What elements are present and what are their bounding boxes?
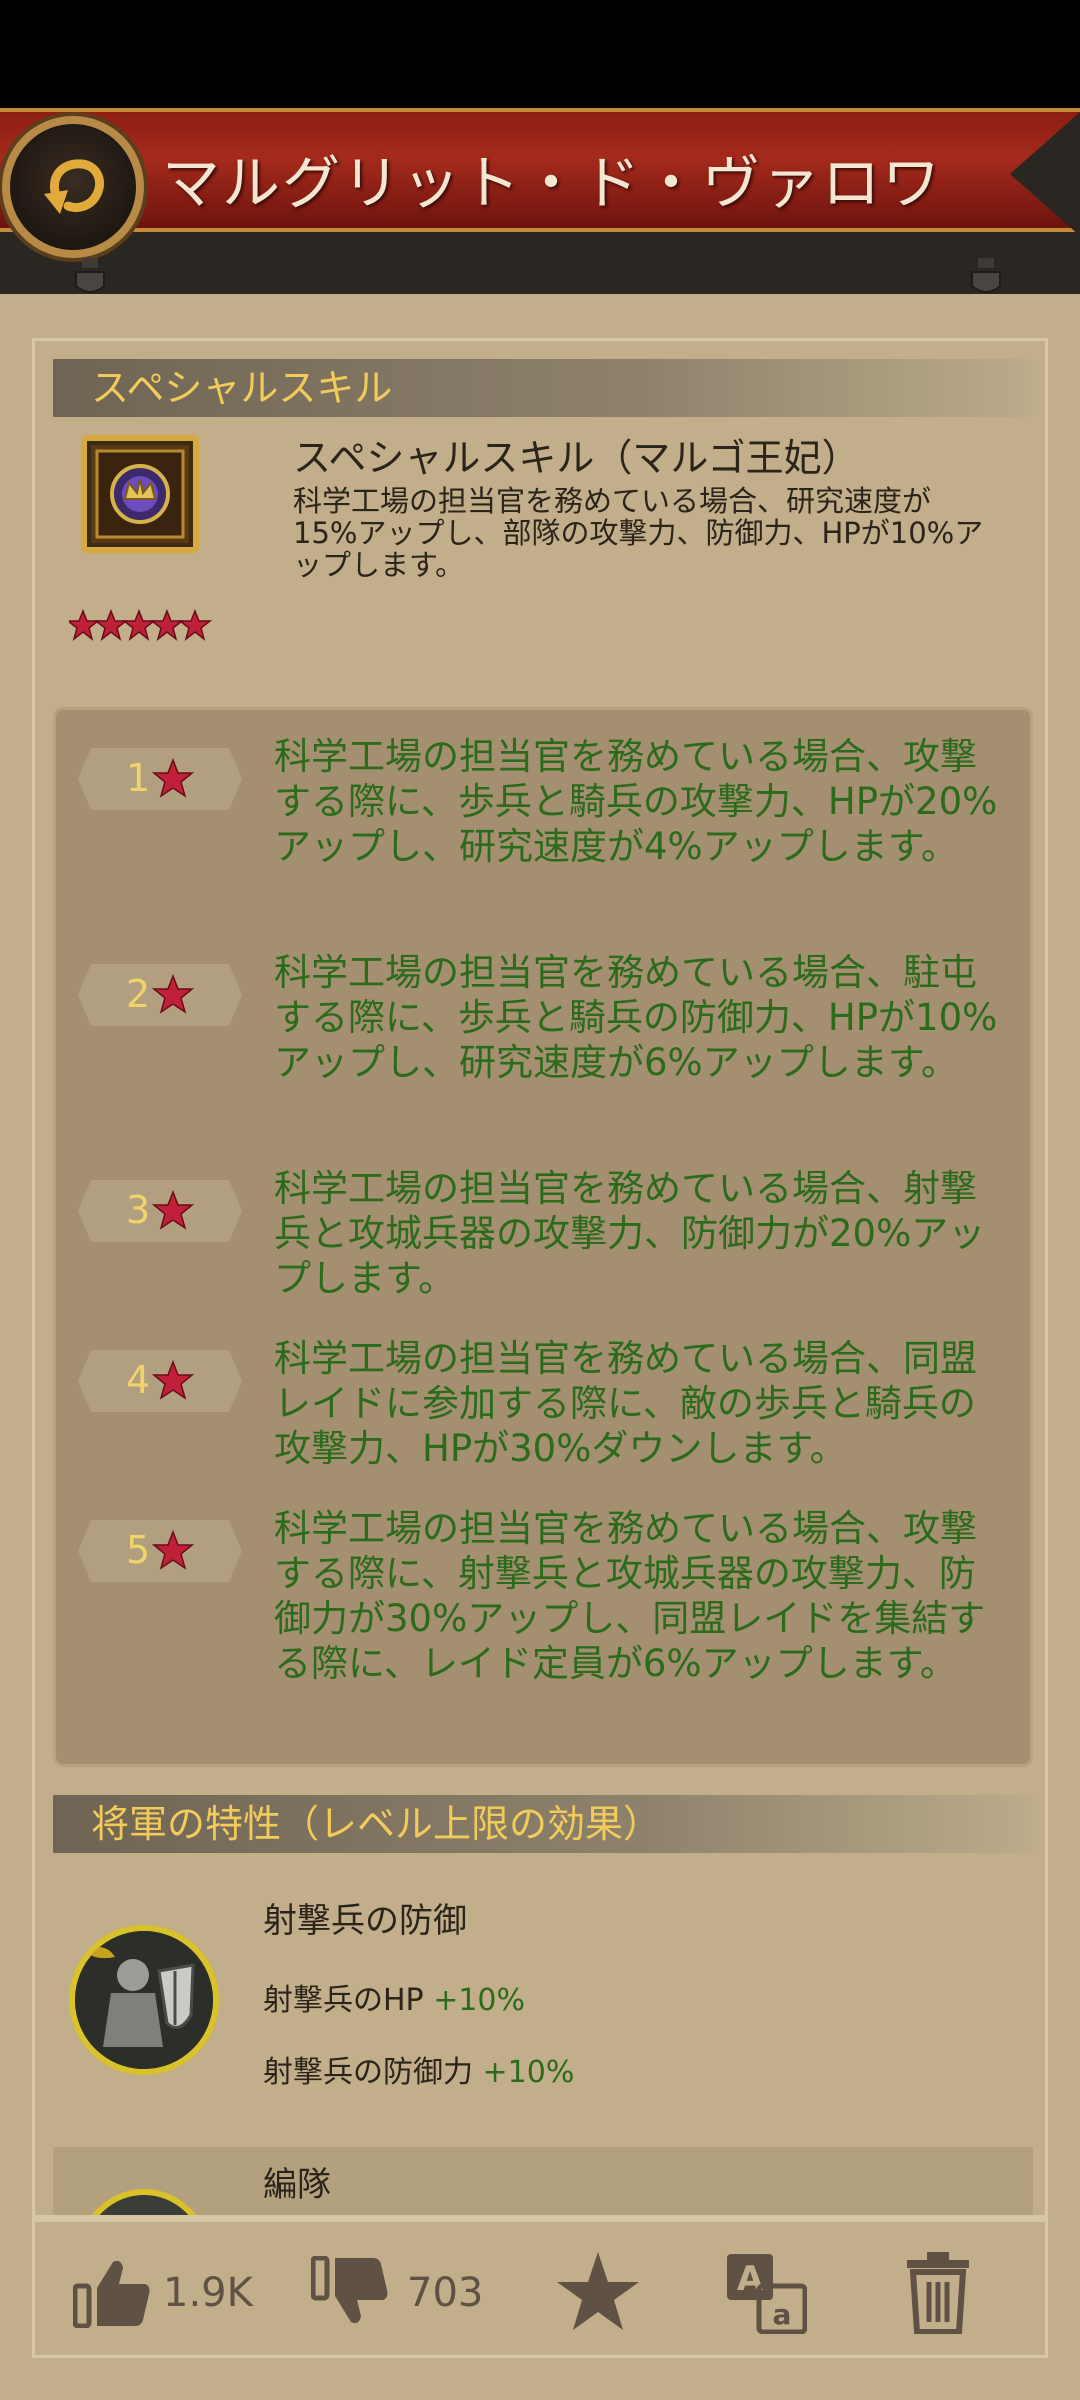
- trait-stat-label: 射撃兵のHP: [263, 1983, 424, 2018]
- trait-stat: 射撃兵のHP +10%: [263, 1975, 525, 2019]
- level-description: 科学工場の担当官を務めている場合、攻撃する際に、歩兵と騎兵の攻撃力、HPが20%…: [274, 735, 998, 868]
- star-icon: [152, 758, 194, 798]
- banner-notch: [1010, 112, 1080, 236]
- level-number: 1: [126, 756, 151, 800]
- hook-icon: [971, 258, 1001, 293]
- skill-book-icon: [81, 435, 199, 553]
- trait-stat-value: +10%: [433, 1983, 526, 2018]
- level-badge: 5: [78, 1520, 242, 1582]
- level-badge: 4: [78, 1350, 242, 1412]
- like-count: 1.9K: [163, 2270, 253, 2316]
- special-skill-section-title: スペシャルスキル: [53, 359, 1033, 417]
- level-description: 科学工場の担当官を務めている場合、攻撃する際に、射撃兵と攻城兵器の攻撃力、防御力…: [274, 1507, 986, 1685]
- star-rating: [69, 609, 213, 641]
- trait-stat-value: +10%: [482, 2055, 575, 2090]
- favorite-star-icon[interactable]: [555, 2250, 641, 2334]
- level-badge: 2: [78, 964, 242, 1026]
- level-description: 科学工場の担当官を務めている場合、同盟レイドに参加する際に、敵の歩兵と騎兵の攻撃…: [274, 1337, 977, 1470]
- skill-levels-list: 1 科学工場の担当官を務めている場合、攻撃する際に、歩兵と騎兵の攻撃力、HPが2…: [53, 707, 1033, 1767]
- title-banner: マルグリット・ド・ヴァロワ: [0, 108, 1080, 236]
- trait-name: 射撃兵の防御: [263, 1901, 467, 1941]
- trait-name: 編隊: [263, 2165, 331, 2205]
- star-icon: [152, 1360, 194, 1400]
- traits-section-title: 将軍の特性（レベル上限の効果）: [53, 1795, 1033, 1853]
- dislike-count: 703: [407, 2270, 484, 2316]
- back-button[interactable]: [2, 116, 144, 258]
- page-title: マルグリット・ド・ヴァロワ: [162, 149, 943, 217]
- thumbs-up-icon[interactable]: [73, 2256, 153, 2328]
- level-badge: 3: [78, 1180, 242, 1242]
- level-description: 科学工場の担当官を務めている場合、射撃兵と攻城兵器の攻撃力、防御力が20%アップ…: [274, 1167, 986, 1300]
- star-icon: [152, 1530, 194, 1570]
- trait-stat-label: 射撃兵の防御力: [263, 2055, 473, 2090]
- level-badge: 1: [78, 748, 242, 810]
- skill-name: スペシャルスキル（マルゴ王妃）: [293, 436, 860, 480]
- action-bar: 1.9K 703 A a: [32, 2218, 1048, 2358]
- skill-description: 科学工場の担当官を務めている場合、研究速度が15%アップし、部隊の攻撃力、防御力…: [293, 484, 984, 582]
- header: マルグリット・ド・ヴァロワ: [0, 108, 1080, 294]
- trait-stat: 射撃兵の防御力 +10%: [263, 2047, 574, 2091]
- hook-icon: [75, 258, 105, 293]
- status-bar: [0, 0, 1080, 108]
- thumbs-down-icon[interactable]: [311, 2256, 391, 2328]
- delete-trash-icon[interactable]: [905, 2250, 971, 2334]
- level-number: 4: [126, 1358, 151, 1402]
- back-arrow-icon: [44, 159, 104, 214]
- level-description: 科学工場の担当官を務めている場合、駐屯する際に、歩兵と騎兵の防御力、HPが10%…: [274, 951, 998, 1084]
- trait-row-background: [53, 2147, 1033, 2215]
- star-icon: [152, 974, 194, 1014]
- level-number: 2: [126, 972, 151, 1016]
- translate-icon[interactable]: A a: [725, 2252, 807, 2334]
- level-number: 3: [126, 1188, 151, 1232]
- archer-defense-trait-icon: [69, 1925, 219, 2075]
- level-number: 5: [126, 1528, 151, 1572]
- general-detail-panel[interactable]: スペシャルスキル スペシャルスキル（マルゴ王妃） 科学工場の担当官を務めている場…: [32, 338, 1048, 2218]
- svg-text:a: a: [773, 2298, 792, 2331]
- star-icon: [152, 1190, 194, 1230]
